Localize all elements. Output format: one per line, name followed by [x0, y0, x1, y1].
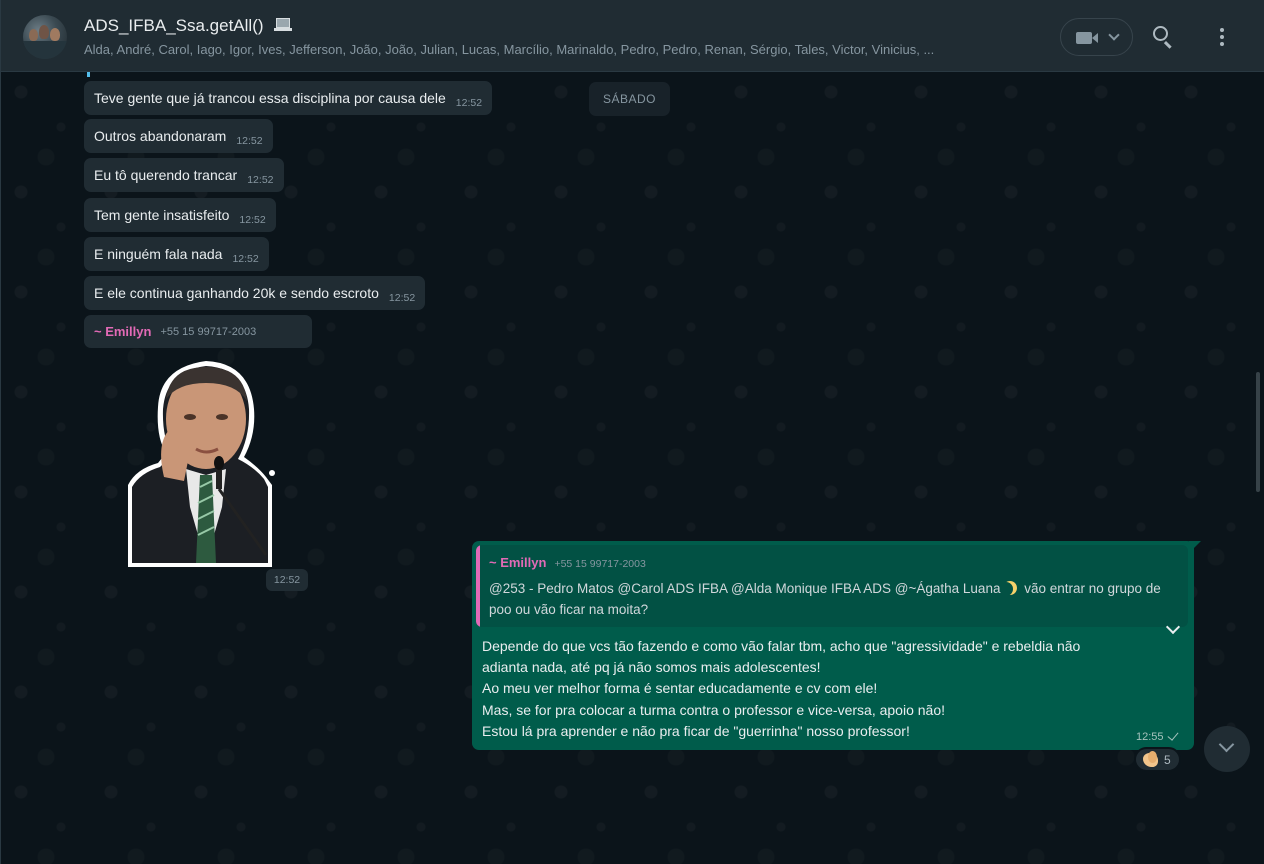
sticker-image[interactable] [126, 357, 278, 569]
message-text: Tem gente insatisfeito [94, 207, 230, 223]
message-text: Eu tô querendo trancar [94, 167, 238, 183]
message-time: 12:52 [247, 174, 274, 186]
menu-icon [1220, 28, 1224, 32]
avatar-figure [39, 25, 49, 39]
message-time: 12:52 [232, 253, 259, 265]
message-line: adianta nada, até pq já não somos mais a… [482, 659, 821, 676]
chat-scrollbar[interactable] [1256, 372, 1260, 492]
search-icon [1153, 26, 1168, 41]
message-line: Mas, se for pra colocar a turma contra o… [482, 701, 945, 718]
quote-sender: ~ Emillyn +55 15 99717-2003 [489, 555, 646, 570]
date-separator: SÁBADO [589, 82, 670, 116]
video-call-icon [1076, 32, 1092, 44]
menu-icon-dot [1220, 42, 1224, 46]
quoted-message[interactable]: ~ Emillyn +55 15 99717-2003 @253 - Pedro… [476, 545, 1188, 627]
quote-text-part: @253 - Pedro Matos @Carol ADS IFBA @Alda… [489, 581, 1001, 596]
message-line: Depende do que vcs tão fazendo e como vã… [482, 638, 1081, 654]
crescent-moon-icon [1003, 581, 1017, 595]
search-icon-handle [1163, 41, 1172, 49]
outgoing-message-text: Depende do que vcs tão fazendo e como vã… [482, 636, 1182, 742]
menu-icon-dot [1220, 35, 1224, 39]
search-button[interactable] [1151, 24, 1179, 52]
message-text: Outros abandonaram [94, 128, 227, 144]
chat-header[interactable]: ADS_IFBA_Ssa.getAll() Alda, André, Carol… [1, 0, 1264, 72]
scroll-to-bottom-button[interactable] [1204, 726, 1250, 772]
sticker-sender[interactable]: ~ Emillyn +55 15 99717-2003 [84, 315, 312, 348]
sender-phone: +55 15 99717-2003 [160, 325, 257, 338]
outgoing-message-meta: 12:55 [1136, 729, 1179, 743]
message-bubble[interactable]: E ninguém fala nada 12:52 [84, 237, 269, 271]
message-text: E ninguém fala nada [94, 246, 223, 262]
avatar-figure [50, 28, 60, 41]
quote-sender-phone: +55 15 99717-2003 [554, 558, 646, 570]
reaction-count: 5 [1164, 752, 1171, 767]
message-bubble[interactable]: Teve gente que já trancou essa disciplin… [84, 81, 493, 115]
quote-accent-bar [476, 545, 480, 627]
chat-title-text: ADS_IFBA_Ssa.getAll() [84, 16, 264, 35]
avatar-ground [23, 41, 67, 59]
message-time: 12:52 [236, 135, 263, 147]
message-line: Ao meu ver melhor forma é sentar educada… [482, 680, 878, 697]
reaction-badge[interactable]: 5 [1134, 747, 1181, 772]
quote-sender-name: ~ Emillyn [489, 555, 547, 570]
message-time: 12:52 [455, 97, 483, 109]
video-call-button[interactable] [1060, 18, 1133, 56]
quote-text: @253 - Pedro Matos @Carol ADS IFBA @Alda… [489, 578, 1179, 620]
group-avatar[interactable] [23, 15, 67, 59]
avatar-figure [29, 29, 38, 41]
chevron-down-icon [1108, 29, 1120, 41]
chevron-down-icon [1218, 736, 1235, 753]
laptop-icon [274, 18, 293, 32]
sticker-time: 12:52 [266, 569, 308, 591]
whatsapp-window: ADS_IFBA_Ssa.getAll() Alda, André, Carol… [0, 0, 1264, 864]
message-time: 12:52 [388, 292, 416, 304]
scrolled-message-edge [87, 72, 90, 77]
message-text: Teve gente que já trancou essa disciplin… [94, 90, 446, 106]
video-call-icon-lens [1092, 33, 1098, 43]
sender-name[interactable]: ~ Emillyn [94, 324, 151, 339]
message-time: 12:52 [239, 214, 266, 226]
message-line: Estou lá pra aprender e não pra ficar de… [482, 722, 910, 739]
chat-title[interactable]: ADS_IFBA_Ssa.getAll() [84, 16, 293, 36]
message-bubble[interactable]: Outros abandonaram 12:52 [84, 119, 273, 153]
message-text: E ele continua ganhando 20k e sendo escr… [94, 285, 379, 301]
menu-button[interactable] [1214, 25, 1230, 49]
clapping-hands-icon [1143, 750, 1158, 767]
message-bubble[interactable]: E ele continua ganhando 20k e sendo escr… [84, 276, 426, 310]
group-members[interactable]: Alda, André, Carol, Iago, Igor, Ives, Je… [84, 42, 1024, 57]
message-time: 12:55 [1136, 731, 1164, 743]
outgoing-bubble-tail [1189, 541, 1201, 553]
message-bubble[interactable]: Tem gente insatisfeito 12:52 [84, 198, 276, 232]
message-bubble[interactable]: Eu tô querendo trancar 12:52 [84, 158, 284, 192]
